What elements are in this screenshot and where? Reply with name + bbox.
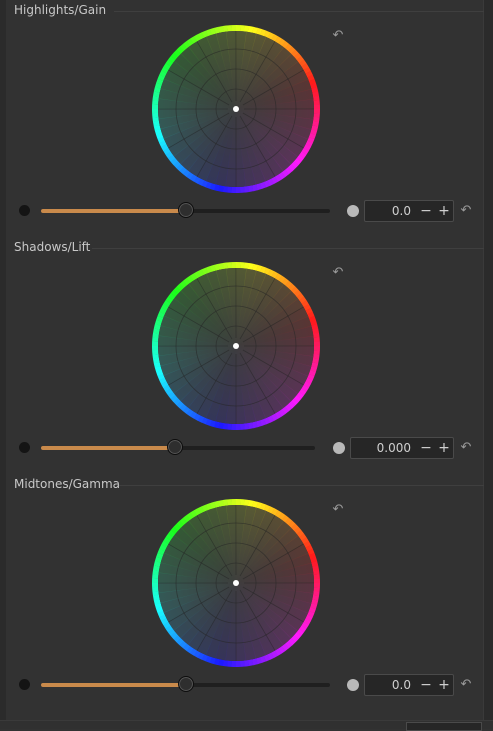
hue-ring-segment [231, 25, 237, 32]
divider [114, 11, 484, 12]
wheel-center-handle[interactable] [233, 106, 239, 112]
hue-ring-segment [235, 660, 241, 667]
hue-ring-segment [313, 574, 320, 580]
hue-ring-segment [313, 109, 320, 114]
hue-ring-segment [239, 186, 245, 193]
divider [119, 485, 484, 486]
reset-icon[interactable]: ↶ [330, 265, 346, 281]
value-spinbox[interactable]: 0.000 − + [350, 437, 454, 459]
hue-ring-segment [313, 104, 320, 110]
reset-icon[interactable]: ↶ [458, 203, 474, 219]
hue-ring-segment [231, 262, 237, 269]
decrement-button[interactable]: − [417, 439, 435, 457]
value-spinbox[interactable]: 0.0 − + [364, 674, 454, 696]
slider-fill [41, 446, 176, 450]
hue-ring-segment [313, 100, 320, 106]
decrement-button[interactable]: − [417, 676, 435, 694]
midtones-gamma-panel: Midtones/Gamma ↶ 0.0 − + ↶ [6, 474, 484, 711]
hue-ring-segment [152, 341, 159, 346]
right-scrollbar[interactable] [483, 0, 493, 728]
increment-button[interactable]: + [435, 439, 453, 457]
hue-ring-segment [235, 423, 241, 430]
slider-fill [41, 209, 186, 213]
reset-icon[interactable]: ↶ [458, 677, 474, 693]
hue-ring-segment [313, 583, 320, 588]
hue-ring-segment [152, 582, 159, 588]
decrement-button[interactable]: − [417, 202, 435, 220]
hue-ring-segment [227, 25, 233, 32]
panel-title: Shadows/Lift [14, 240, 91, 254]
hue-ring-segment [152, 108, 159, 114]
hue-ring-segment [227, 499, 233, 506]
hue-ring-segment [313, 346, 320, 351]
slider-knob[interactable] [167, 439, 184, 455]
wheel-center-handle[interactable] [233, 343, 239, 349]
shadows-lift-panel: Shadows/Lift ↶ 0.000 − + ↶ [6, 237, 484, 474]
increment-button[interactable]: + [435, 202, 453, 220]
hue-ring-segment [152, 586, 159, 592]
hue-ring-segment [313, 341, 320, 347]
value-field[interactable]: 0.0 [365, 204, 417, 218]
hue-ring-segment [236, 499, 241, 506]
hue-ring-segment [236, 25, 241, 32]
hue-ring-segment [231, 423, 236, 430]
hue-ring-segment [313, 578, 320, 584]
hue-ring-segment [152, 104, 159, 109]
reset-icon[interactable]: ↶ [330, 28, 346, 44]
black-point-icon [19, 442, 30, 453]
slider-knob[interactable] [177, 676, 194, 692]
divider [92, 248, 484, 249]
reset-icon[interactable]: ↶ [458, 440, 474, 456]
value-field[interactable]: 0.000 [351, 441, 417, 455]
color-wheel[interactable] [152, 25, 320, 193]
hue-ring-segment [236, 262, 241, 269]
color-wheel[interactable] [152, 262, 320, 430]
hue-ring-segment [239, 660, 245, 667]
color-wheel[interactable] [152, 499, 320, 667]
white-point-icon [333, 442, 345, 454]
hue-ring-segment [231, 660, 236, 667]
panel-title: Highlights/Gain [14, 3, 107, 17]
hue-ring-segment [231, 186, 236, 193]
increment-button[interactable]: + [435, 676, 453, 694]
panel-title: Midtones/Gamma [14, 477, 121, 491]
reset-icon[interactable]: ↶ [330, 502, 346, 518]
white-point-icon [347, 205, 359, 217]
slider-fill [41, 683, 186, 687]
hue-ring-segment [152, 112, 159, 118]
slider-knob[interactable] [177, 202, 194, 218]
value-spinbox[interactable]: 0.0 − + [364, 200, 454, 222]
value-field[interactable]: 0.0 [365, 678, 417, 692]
black-point-icon [19, 205, 30, 216]
hue-ring-segment [235, 186, 241, 193]
highlights-gain-panel: Highlights/Gain ↶ 0.0 − + ↶ [6, 0, 484, 237]
next-spinbox-edge [406, 722, 482, 731]
hue-ring-segment [152, 349, 159, 355]
hue-ring-segment [152, 578, 159, 583]
black-point-icon [19, 679, 30, 690]
hue-ring-segment [239, 423, 245, 430]
hue-ring-segment [231, 499, 237, 506]
wheel-center-handle[interactable] [233, 580, 239, 586]
hue-ring-segment [152, 345, 159, 351]
hue-ring-segment [313, 337, 320, 343]
white-point-icon [347, 679, 359, 691]
hue-ring-segment [227, 262, 233, 269]
